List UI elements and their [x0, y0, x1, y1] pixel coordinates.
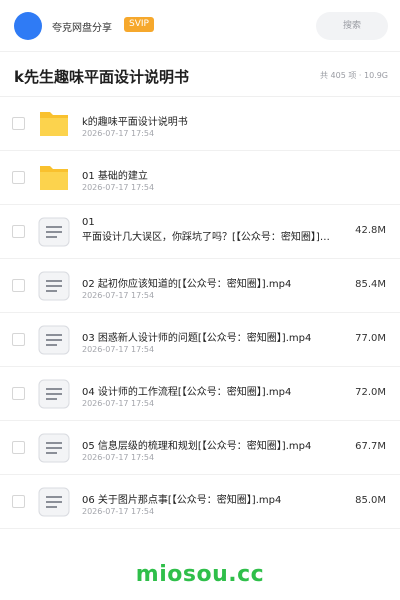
list-item[interactable]: 01 基础的建立 2026-07-17 17:54	[0, 151, 400, 205]
file-size: 85.4M	[355, 279, 386, 290]
file-size: 67.7M	[355, 441, 386, 452]
svip-badge: SVIP	[124, 17, 154, 32]
file-name: 06 关于图片那点事[【公众号：密知圈】].mp4	[82, 495, 282, 506]
file-size: 77.0M	[355, 333, 386, 344]
file-name: 04 设计师的工作流程[【公众号：密知圈】].mp4	[82, 387, 292, 398]
folder-title: k先生趣味平面设计说明书	[14, 68, 189, 86]
file-date: 2026-07-17 17:54	[82, 507, 155, 516]
file-size: 72.0M	[355, 387, 386, 398]
list-item[interactable]: 03 困惑新人设计师的问题[【公众号：密知圈】].mp4 2026-07-17 …	[0, 313, 400, 367]
file-date: 2026-07-17 17:54	[82, 129, 155, 138]
row-checkbox[interactable]	[12, 441, 25, 454]
file-size: 85.0M	[355, 495, 386, 506]
file-name-line-2: 平面设计几大误区，你踩坑了吗？[【公众号：密知圈】].mp4	[82, 232, 330, 243]
folder-meta: 共 405 项 · 10.9G	[320, 71, 388, 80]
file-size: 42.8M	[355, 225, 386, 236]
row-checkbox[interactable]	[12, 495, 25, 508]
document-icon	[38, 325, 70, 355]
search-input[interactable]: 搜索	[316, 12, 388, 40]
document-icon	[38, 379, 70, 409]
file-date: 2026-07-17 17:54	[82, 453, 155, 462]
file-date: 2026-07-17 17:54	[82, 399, 155, 408]
list-item[interactable]: k的趣味平面设计说明书 2026-07-17 17:54	[0, 97, 400, 151]
list-item[interactable]: 06 关于图片那点事[【公众号：密知圈】].mp4 2026-07-17 17:…	[0, 475, 400, 529]
row-checkbox[interactable]	[12, 117, 25, 130]
file-name: 01 基础的建立	[82, 171, 148, 182]
file-date: 2026-07-17 17:54	[82, 291, 155, 300]
row-checkbox[interactable]	[12, 225, 25, 238]
list-item[interactable]: 05 信息层级的梳理和规划[【公众号：密知圈】].mp4 2026-07-17 …	[0, 421, 400, 475]
list-item[interactable]: 04 设计师的工作流程[【公众号：密知圈】].mp4 2026-07-17 17…	[0, 367, 400, 421]
document-icon	[38, 271, 70, 301]
file-name: 03 困惑新人设计师的问题[【公众号：密知圈】].mp4	[82, 333, 312, 344]
document-icon	[38, 217, 70, 247]
folder-icon	[40, 112, 68, 136]
row-checkbox[interactable]	[12, 387, 25, 400]
file-name: 01 平面设计几大误区，你踩坑了吗？[【公众号：密知圈】].mp4	[82, 215, 330, 245]
row-checkbox[interactable]	[12, 279, 25, 292]
list-item[interactable]: 02 起初你应该知道的[【公众号：密知圈】].mp4 2026-07-17 17…	[0, 259, 400, 313]
row-checkbox[interactable]	[12, 333, 25, 346]
list-item[interactable]: 01 平面设计几大误区，你踩坑了吗？[【公众号：密知圈】].mp4 42.8M	[0, 205, 400, 259]
file-name-line-1: 01	[82, 217, 95, 228]
document-icon	[38, 487, 70, 517]
top-bar: 夸克网盘分享 SVIP 搜索	[0, 0, 400, 52]
file-date: 2026-07-17 17:54	[82, 345, 155, 354]
folder-icon	[40, 166, 68, 190]
file-name: k的趣味平面设计说明书	[82, 117, 188, 128]
document-icon	[38, 433, 70, 463]
file-date: 2026-07-17 17:54	[82, 183, 155, 192]
share-owner-name: 夸克网盘分享	[52, 23, 112, 34]
row-checkbox[interactable]	[12, 171, 25, 184]
file-name: 05 信息层级的梳理和规划[【公众号：密知圈】].mp4	[82, 441, 312, 452]
file-name: 02 起初你应该知道的[【公众号：密知圈】].mp4	[82, 279, 292, 290]
file-list: k的趣味平面设计说明书 2026-07-17 17:54 01 基础的建立 20…	[0, 97, 400, 529]
watermark-text: miosou.cc	[135, 562, 265, 587]
avatar[interactable]	[14, 12, 42, 40]
